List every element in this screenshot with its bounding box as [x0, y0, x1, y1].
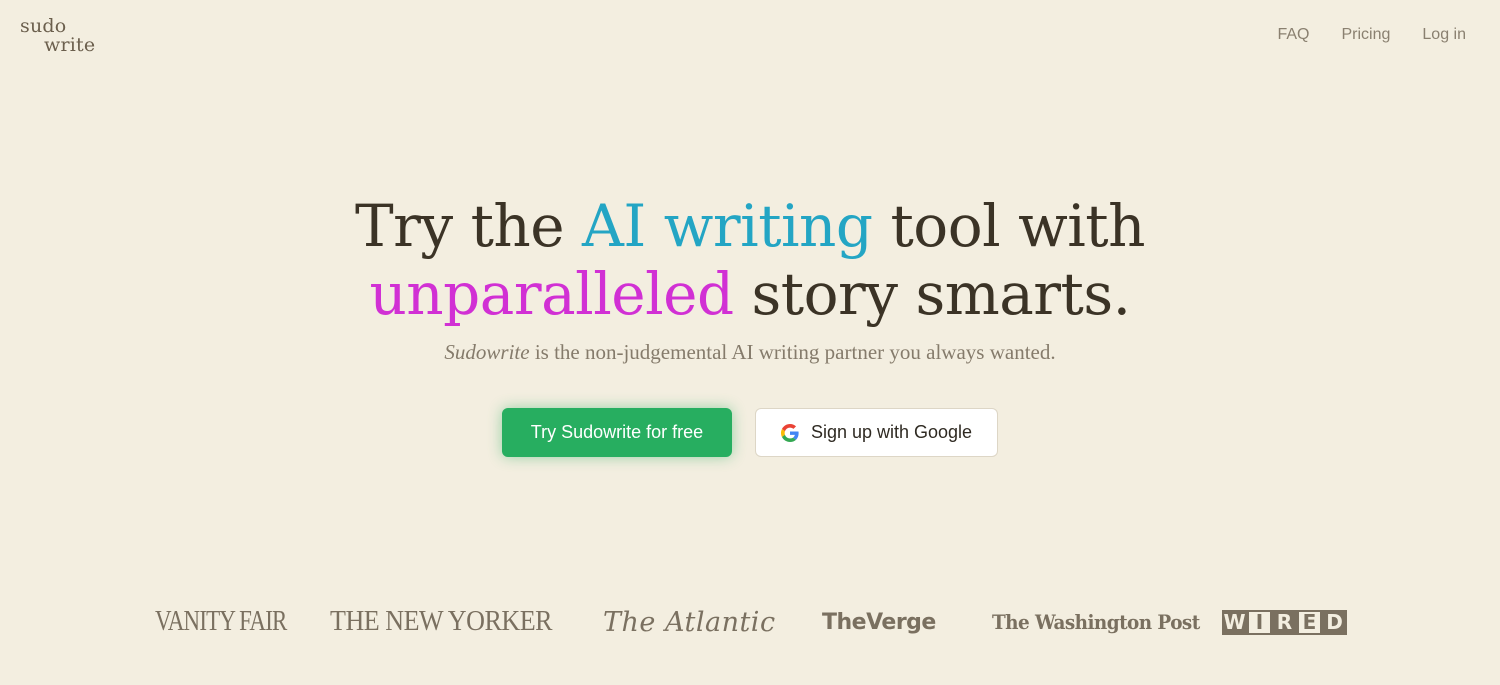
headline-part-2: tool with	[872, 192, 1145, 260]
new-yorker-logo: THE NEW YORKER	[330, 606, 553, 637]
hero-subheadline: Sudowrite is the non-judgemental AI writ…	[0, 340, 1500, 365]
washington-post-logo: The Washington Post	[992, 610, 1200, 634]
wired-letter-d: D	[1322, 609, 1347, 635]
google-button-label: Sign up with Google	[810, 422, 973, 442]
subheadline-text: is the non-judgemental AI writing partne…	[529, 340, 1056, 364]
logo-line-2: write	[44, 34, 96, 56]
wired-letter-i: I	[1247, 609, 1272, 635]
atlantic-logo: The Atlantic	[603, 606, 776, 638]
top-nav: FAQ Pricing Log in	[1277, 26, 1466, 44]
google-signup-button[interactable]: Sign up with Google	[755, 408, 998, 457]
headline-highlight-unparalleled: unparalleled	[369, 260, 734, 328]
landing-page: sudo write FAQ Pricing Log in Try the AI…	[0, 0, 1500, 685]
headline-part-3: story smarts.	[733, 260, 1132, 328]
wired-letter-r: R	[1272, 609, 1297, 635]
nav-faq-link[interactable]: FAQ	[1277, 26, 1309, 44]
headline-highlight-ai: AI writing	[582, 192, 873, 260]
cta-group: Try Sudowrite for free Sign up with Goog…	[0, 408, 1500, 457]
subheadline-brand: Sudowrite	[444, 340, 530, 364]
wired-letter-w: W	[1222, 609, 1247, 635]
wired-letter-e: E	[1297, 609, 1322, 635]
vanity-fair-logo: VANITY FAIR	[155, 606, 287, 637]
try-free-button[interactable]: Try Sudowrite for free	[502, 408, 732, 457]
hero-headline: Try the AI writing tool with unparallele…	[0, 192, 1500, 328]
nav-pricing-link[interactable]: Pricing	[1342, 26, 1391, 44]
sudowrite-logo[interactable]: sudo write	[20, 17, 95, 55]
hero-section: Try the AI writing tool with unparallele…	[0, 192, 1500, 365]
headline-part-1: Try the	[355, 192, 583, 260]
google-icon	[780, 423, 799, 442]
press-logos: VANITY FAIR THE NEW YORKER The Atlantic …	[0, 600, 1500, 644]
wired-logo: W I R E D	[1222, 600, 1347, 644]
verge-logo: TheVerge	[822, 609, 936, 635]
nav-login-link[interactable]: Log in	[1422, 26, 1466, 44]
